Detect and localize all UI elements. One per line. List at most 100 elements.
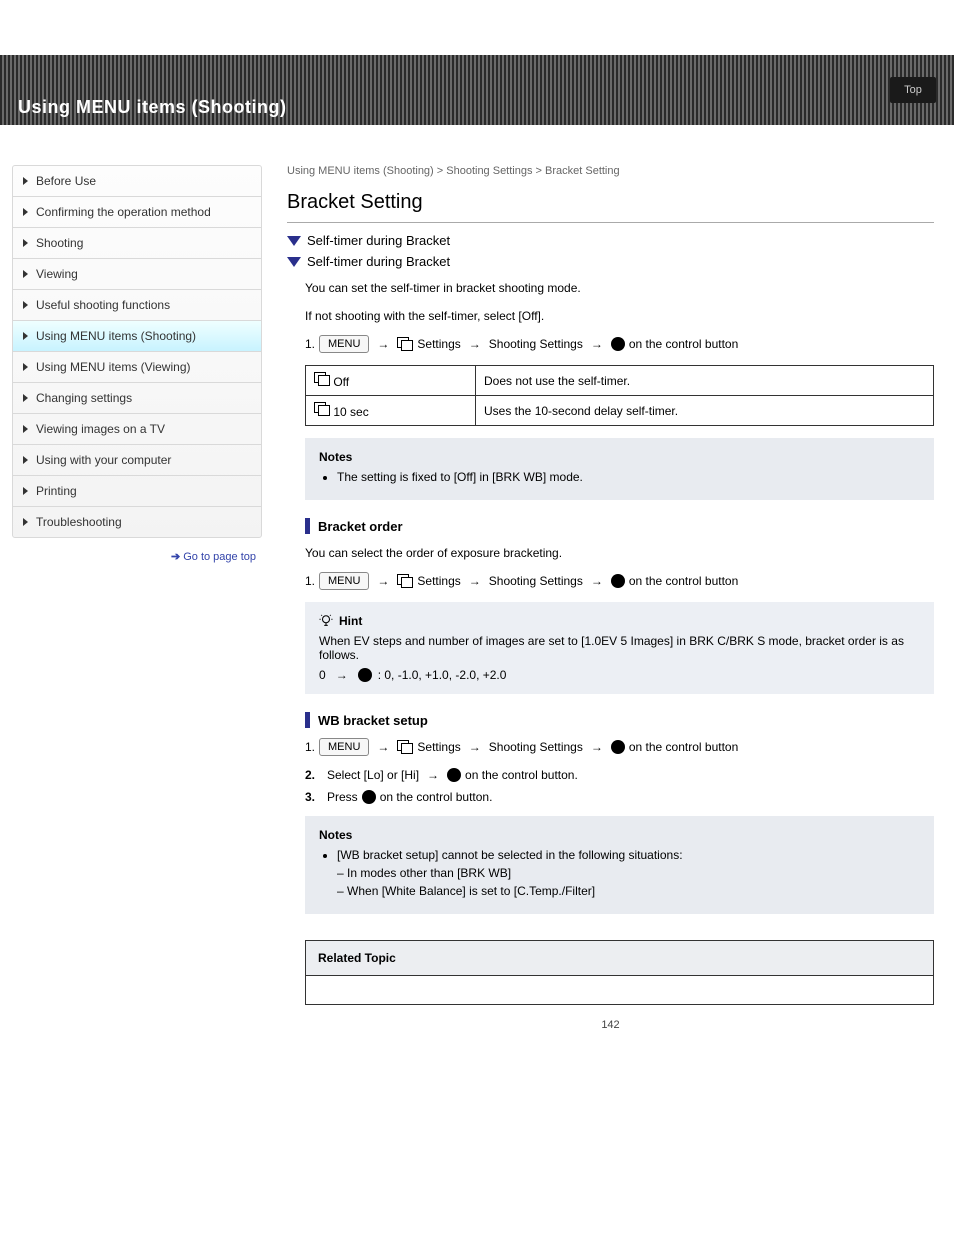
step-text: on the control button xyxy=(629,574,738,588)
settings-stack-icon xyxy=(397,574,413,588)
sidebar-column: Before Use Confirming the operation meth… xyxy=(12,165,262,1031)
option-desc: Does not use the self-timer. xyxy=(476,366,934,396)
zero-prefix: 0 xyxy=(319,668,326,682)
page-title: Bracket Setting xyxy=(287,191,934,223)
sidebar-item-before-use[interactable]: Before Use xyxy=(13,166,261,197)
arrow-right-icon xyxy=(465,740,485,754)
sidebar-item-printing[interactable]: Printing xyxy=(13,476,261,507)
sidebar-item-troubleshooting[interactable]: Troubleshooting xyxy=(13,507,261,537)
note-item: The setting is fixed to [Off] in [BRK WB… xyxy=(337,470,920,484)
center-button-icon xyxy=(362,790,376,804)
hint-body: When EV steps and number of images are s… xyxy=(319,634,920,662)
collapsible-sub-label: Self-timer during Bracket xyxy=(307,254,450,269)
step-text: Settings xyxy=(417,574,460,588)
step-text: on the control button xyxy=(629,740,738,754)
note-lead: [WB bracket setup] cannot be selected in… xyxy=(337,848,920,862)
arrow-right-icon xyxy=(587,740,607,754)
step-1: 1. MENU Settings Shooting Settings on th… xyxy=(305,335,934,353)
arrow-right-icon xyxy=(373,574,393,588)
sidebar-item-computer[interactable]: Using with your computer xyxy=(13,445,261,476)
arrow-right-icon xyxy=(332,668,352,682)
caret-icon xyxy=(23,363,28,371)
sidebar-item-changing-settings[interactable]: Changing settings xyxy=(13,383,261,414)
breadcrumb: Using MENU items (Shooting) > Shooting S… xyxy=(287,165,934,177)
paragraph: You can set the self-timer in bracket sh… xyxy=(305,279,934,297)
step-text: Shooting Settings xyxy=(489,574,583,588)
arrow-right-icon xyxy=(587,337,607,351)
step-text: Settings xyxy=(417,740,460,754)
sidebar-item-label: Viewing images on a TV xyxy=(36,422,165,436)
step-bracket-order: 1. MENU Settings Shooting Settings on th… xyxy=(305,572,934,590)
arrow-right-icon xyxy=(373,740,393,754)
hint-sequence: : 0, -1.0, +1.0, -2.0, +2.0 xyxy=(378,668,507,682)
settings-stack-icon xyxy=(397,337,413,351)
step-text: Shooting Settings xyxy=(489,337,583,351)
caret-icon xyxy=(23,208,28,216)
collapsible-label: Self-timer during Bracket xyxy=(307,233,450,248)
collapsible-selftimer[interactable]: Self-timer during Bracket xyxy=(287,233,934,248)
chevron-down-icon xyxy=(287,236,301,246)
note-sub-item: When [White Balance] is set to [C.Temp./… xyxy=(337,884,920,898)
step-number: 1. xyxy=(305,337,315,351)
goto-page-top[interactable]: ➔ Go to page top xyxy=(12,550,262,563)
arrow-right-icon xyxy=(465,337,485,351)
collapsible-selftimer-sub[interactable]: Self-timer during Bracket xyxy=(287,254,934,269)
header-band: Using MENU items (Shooting) Top xyxy=(0,55,954,125)
sidebar-item-confirming[interactable]: Confirming the operation method xyxy=(13,197,261,228)
sidebar-item-label: Troubleshooting xyxy=(36,515,122,529)
sidebar: Before Use Confirming the operation meth… xyxy=(12,165,262,538)
table-row: 10 sec Uses the 10-second delay self-tim… xyxy=(306,396,934,426)
table-row: Off Does not use the self-timer. xyxy=(306,366,934,396)
caret-icon xyxy=(23,425,28,433)
option-label: Off xyxy=(333,375,349,389)
arrow-right-icon xyxy=(465,574,485,588)
center-button-icon xyxy=(611,574,625,588)
step-number: 1. xyxy=(305,574,315,588)
note-box-wb: Notes [WB bracket setup] cannot be selec… xyxy=(305,816,934,914)
top-button[interactable]: Top xyxy=(890,77,936,103)
caret-icon xyxy=(23,301,28,309)
option-label: 10 sec xyxy=(333,405,368,419)
sidebar-item-menu-shooting[interactable]: Using MENU items (Shooting) xyxy=(13,321,261,352)
center-button-icon xyxy=(611,740,625,754)
caret-icon xyxy=(23,332,28,340)
sidebar-item-label: Shooting xyxy=(36,236,83,250)
step-text: Shooting Settings xyxy=(489,740,583,754)
related-heading: Related Topic xyxy=(306,941,933,976)
bulb-icon xyxy=(319,614,333,628)
sidebar-item-label: Useful shooting functions xyxy=(36,298,170,312)
hint-title: Hint xyxy=(339,614,362,628)
sidebar-item-shooting[interactable]: Shooting xyxy=(13,228,261,259)
settings-stack-icon xyxy=(397,740,413,754)
caret-icon xyxy=(23,456,28,464)
step-text: Press xyxy=(327,790,358,804)
options-table: Off Does not use the self-timer. 10 sec … xyxy=(305,365,934,426)
step-wb-1: 1. MENU Settings Shooting Settings on th… xyxy=(305,738,934,756)
subheading-text: Bracket order xyxy=(318,519,403,534)
header-title: Using MENU items (Shooting) xyxy=(18,97,287,118)
sidebar-item-label: Viewing xyxy=(36,267,78,281)
caret-icon xyxy=(23,487,28,495)
vertical-bar-icon xyxy=(305,518,310,534)
arrow-right-icon xyxy=(423,768,443,782)
option-on-icon xyxy=(314,402,330,416)
option-desc: Uses the 10-second delay self-timer. xyxy=(476,396,934,426)
caret-icon xyxy=(23,270,28,278)
note-title: Notes xyxy=(319,450,920,464)
related-topic-box: Related Topic xyxy=(305,940,934,1005)
sidebar-item-useful[interactable]: Useful shooting functions xyxy=(13,290,261,321)
sidebar-item-label: Using MENU items (Shooting) xyxy=(36,329,196,343)
paragraph: If not shooting with the self-timer, sel… xyxy=(305,307,934,325)
step-text: Select [Lo] or [Hi] xyxy=(327,768,419,782)
sidebar-item-viewing[interactable]: Viewing xyxy=(13,259,261,290)
step-text: on the control button xyxy=(629,337,738,351)
sidebar-item-tv[interactable]: Viewing images on a TV xyxy=(13,414,261,445)
sidebar-item-menu-viewing[interactable]: Using MENU items (Viewing) xyxy=(13,352,261,383)
caret-icon xyxy=(23,394,28,402)
note-box: Notes The setting is fixed to [Off] in [… xyxy=(305,438,934,500)
note-sub-item: In modes other than [BRK WB] xyxy=(337,866,920,880)
subheading-text: WB bracket setup xyxy=(318,713,428,728)
vertical-bar-icon xyxy=(305,712,310,728)
sidebar-item-label: Confirming the operation method xyxy=(36,205,211,219)
subheading-bracket-order: Bracket order xyxy=(305,518,934,534)
